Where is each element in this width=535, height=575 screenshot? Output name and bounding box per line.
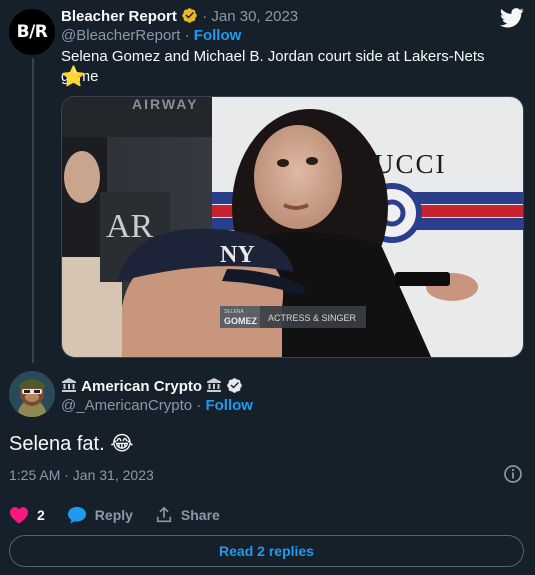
thread-connector-line <box>32 58 34 363</box>
bleacher-report-avatar[interactable]: B/R <box>9 9 55 55</box>
star-emoji: ⭐ <box>61 66 86 88</box>
read-replies-button[interactable]: Read 2 replies <box>9 535 524 567</box>
avatar-logo-text: B/R <box>16 22 48 42</box>
follow-button[interactable]: Follow <box>194 27 242 44</box>
shirt-brand-text: UCCI <box>374 149 447 179</box>
cap-logo-text: NY <box>220 242 255 268</box>
caption-name-small: SELENA <box>224 309 244 315</box>
share-button[interactable]: Share <box>155 506 220 524</box>
tweet-photo[interactable]: AIRWAY UCCI AR NY SELENA GOMEZ ACTRESS &… <box>61 96 524 358</box>
reply-author-name[interactable]: American Crypto <box>81 378 202 395</box>
reply-header: American Crypto <box>61 377 243 396</box>
reply-timestamp[interactable]: 1:25 AM · Jan 31, 2023 <box>9 466 154 484</box>
ape-avatar-image <box>9 371 55 417</box>
reply-follow-button[interactable]: Follow <box>205 397 253 414</box>
tweet-date[interactable]: Jan 30, 2023 <box>211 8 298 25</box>
info-icon[interactable] <box>503 464 523 484</box>
tweet-handle-row: @BleacherReport · Follow <box>61 27 241 45</box>
tweet-text: Selena Gomez and Michael B. Jordan court… <box>61 48 485 85</box>
photo-scene: AIRWAY UCCI AR NY SELENA GOMEZ ACTRESS &… <box>62 97 523 357</box>
share-icon <box>156 506 172 523</box>
heart-icon <box>10 507 28 524</box>
american-crypto-avatar[interactable] <box>9 371 55 417</box>
read-replies-label: Read 2 replies <box>219 543 314 559</box>
caption-name: GOMEZ <box>224 316 258 326</box>
tweet-header: Bleacher Report · Jan 30, 2023 <box>61 7 298 26</box>
author-handle[interactable]: @BleacherReport <box>61 27 180 44</box>
reply-text: Selena fat. <box>9 433 105 455</box>
speech-bubble-icon <box>67 506 86 524</box>
separator-dot: · <box>184 27 194 44</box>
reply-label: Reply <box>94 507 133 523</box>
author-name[interactable]: Bleacher Report <box>61 8 177 25</box>
verified-badge-icon <box>227 378 243 393</box>
share-label: Share <box>180 507 220 523</box>
tears-of-joy-emoji: 😂 <box>110 433 134 455</box>
reply-button[interactable]: Reply <box>67 506 133 524</box>
action-bar: 2 Reply Share <box>9 505 242 525</box>
verified-badge-icon <box>182 8 197 23</box>
reply-author-handle[interactable]: @_AmericanCrypto <box>61 397 192 414</box>
like-count: 2 <box>37 507 45 523</box>
caption-role: ACTRESS & SINGER <box>268 313 357 323</box>
separator-dot: · <box>202 8 212 25</box>
twitter-bird-icon[interactable] <box>500 8 524 28</box>
bank-icon <box>207 378 222 392</box>
reply-handle-row: @_AmericanCrypto · Follow <box>61 397 253 415</box>
bank-icon <box>62 378 76 392</box>
reply-text-row: Selena fat. 😂 <box>9 431 134 457</box>
background-sign-text: AIRWAY <box>132 97 198 112</box>
like-button[interactable]: 2 <box>9 506 45 524</box>
left-sign-text: AR <box>106 208 154 245</box>
